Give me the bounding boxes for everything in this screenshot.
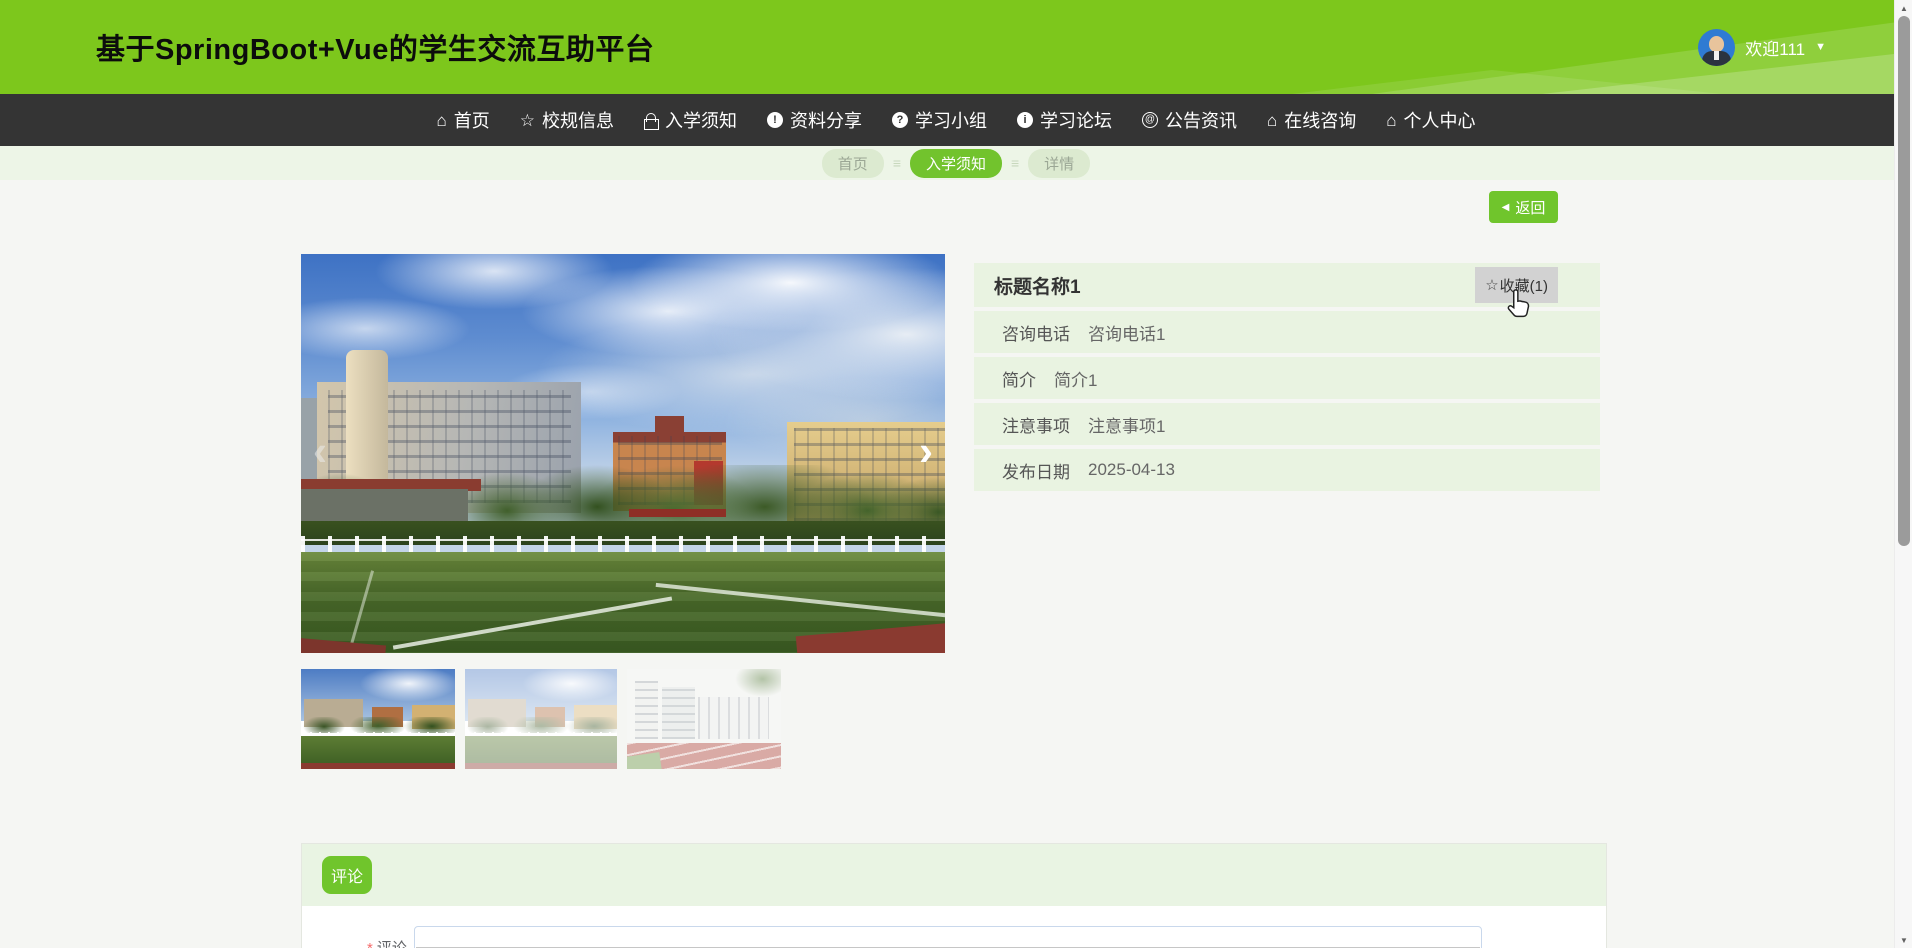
nav-item-admission-notice[interactable]: 入学须知 <box>643 107 737 133</box>
at-circle-icon: @ <box>1141 112 1158 128</box>
thumbnail-1[interactable] <box>301 669 455 769</box>
nav-item-label: 个人中心 <box>1403 111 1476 131</box>
thumb-scene-layer <box>662 687 695 739</box>
carousel-next-button[interactable]: › <box>919 426 933 474</box>
row-label: 发布日期 <box>1002 462 1070 482</box>
avatar-face <box>1709 35 1725 52</box>
detail-title: 标题名称1 <box>994 276 1081 298</box>
avatar-collar <box>1714 50 1720 60</box>
back-button[interactable]: ◀ 返回 <box>1489 191 1558 223</box>
favorite-label: 收藏(1) <box>1499 277 1548 295</box>
carousel-image: ‹ › <box>301 254 945 653</box>
page-title: 基于SpringBoot+Vue的学生交流互助平台 <box>96 34 655 66</box>
required-asterisk: * <box>367 940 373 948</box>
comment-label-text: 评论 <box>377 940 407 948</box>
carousel-prev-button[interactable]: ‹ <box>313 426 327 474</box>
row-value: 注意事项1 <box>1088 416 1166 436</box>
home-icon: ⌂ <box>1266 110 1278 130</box>
breadcrumb-separator: ≡ <box>892 155 901 171</box>
favorite-button[interactable]: ☆ 收藏(1) <box>1475 267 1558 303</box>
detail-row: 注意事项 注意事项1 <box>974 403 1600 445</box>
back-arrow-icon: ◀ <box>1501 201 1510 213</box>
detail-title-row: 标题名称1 ☆ 收藏(1) <box>974 263 1600 307</box>
nav-item-label: 学习论坛 <box>1039 111 1112 131</box>
thumbnail-image <box>627 669 781 769</box>
chevron-down-icon[interactable]: ▼ <box>1815 41 1826 53</box>
detail-row: 简介 简介1 <box>974 357 1600 399</box>
thumb-scene-layer <box>697 697 769 739</box>
breadcrumb-separator: ≡ <box>1011 155 1020 171</box>
comment-badge[interactable]: 评论 <box>322 856 372 894</box>
carousel-thumbnails <box>301 669 781 769</box>
avatar[interactable] <box>1698 28 1736 66</box>
scrollbar-down-icon[interactable]: ▼ <box>1895 932 1912 948</box>
user-menu[interactable]: 欢迎111 ▼ <box>1698 0 1826 94</box>
star-icon: ☆ <box>519 110 535 130</box>
chevron-left-icon: ‹ <box>313 426 327 474</box>
nav-item-label: 入学须知 <box>664 111 737 131</box>
scrollbar[interactable]: ▲ ▼ <box>1894 0 1912 948</box>
scrollbar-up-icon[interactable]: ▲ <box>1895 0 1912 16</box>
info-circle-icon: i <box>1016 112 1033 128</box>
thumbnail-2[interactable] <box>465 669 617 769</box>
nav-item-school-rules[interactable]: ☆ 校规信息 <box>520 107 614 133</box>
main-nav: ⌂ 首页 ☆ 校规信息 入学须知 ! 资料分享 ? 学习小组 i 学习论坛 @ … <box>0 94 1912 146</box>
home-icon: ⌂ <box>1386 110 1397 130</box>
nav-item-announcements[interactable]: @ 公告资讯 <box>1141 107 1237 133</box>
row-value: 简介1 <box>1054 370 1098 390</box>
photo-building <box>301 489 469 526</box>
detail-row: 发布日期 2025-04-13 <box>974 449 1600 491</box>
scrollbar-thumb[interactable] <box>1898 16 1910 546</box>
nav-item-study-group[interactable]: ? 学习小组 <box>891 107 987 133</box>
comment-textarea[interactable] <box>414 926 1482 948</box>
row-label: 简介 <box>1002 370 1036 390</box>
nav-item-label: 在线咨询 <box>1284 111 1357 131</box>
row-value: 咨询电话1 <box>1088 324 1166 344</box>
nav-item-online-consult[interactable]: ⌂ 在线咨询 <box>1267 107 1356 133</box>
row-value: 2025-04-13 <box>1088 460 1175 479</box>
detail-panel: 标题名称1 ☆ 收藏(1) 咨询电话 咨询电话1 简介 简介1 注意事项 注意事… <box>974 263 1600 491</box>
question-circle-icon: ? <box>891 112 908 128</box>
back-button-label: 返回 <box>1515 199 1546 217</box>
exclamation-circle-icon: ! <box>766 112 783 128</box>
lock-icon <box>643 112 659 130</box>
breadcrumb: 首页 ≡ 入学须知 ≡ 详情 <box>0 146 1912 180</box>
home-icon: ⌂ <box>436 110 447 130</box>
nav-item-personal-center[interactable]: ⌂ 个人中心 <box>1386 107 1475 133</box>
thumb-scene-layer <box>465 717 617 733</box>
thumb-scene-layer <box>465 763 617 769</box>
comment-card: 评论 * 评论 <box>301 843 1607 948</box>
nav-item-label: 校规信息 <box>541 111 614 131</box>
nav-item-label: 学习小组 <box>914 111 987 131</box>
nav-item-label: 公告资讯 <box>1164 111 1237 131</box>
nav-item-study-forum[interactable]: i 学习论坛 <box>1016 107 1112 133</box>
nav-item-label: 首页 <box>453 111 490 131</box>
thumb-scene-layer <box>301 717 455 733</box>
page: 基于SpringBoot+Vue的学生交流互助平台 欢迎111 ▼ ⌂ 首页 ☆… <box>0 0 1912 948</box>
detail-row: 咨询电话 咨询电话1 <box>974 311 1600 353</box>
thumbnail-image <box>301 669 455 769</box>
row-label: 咨询电话 <box>1002 324 1070 344</box>
thumb-scene-layer <box>634 681 658 739</box>
breadcrumb-item-home[interactable]: 首页 <box>821 148 884 178</box>
photo-banner <box>629 509 727 518</box>
comment-header: 评论 <box>302 844 1606 906</box>
app-header: 基于SpringBoot+Vue的学生交流互助平台 欢迎111 ▼ <box>0 0 1912 94</box>
thumbnail-3[interactable] <box>627 669 781 769</box>
thumb-scene-layer <box>734 669 781 697</box>
nav-item-home[interactable]: ⌂ 首页 <box>436 107 489 133</box>
comment-field-label: * 评论 <box>367 937 407 948</box>
star-icon: ☆ <box>1485 277 1499 294</box>
row-label: 注意事项 <box>1002 416 1070 436</box>
nav-item-label: 资料分享 <box>789 111 862 131</box>
welcome-text: 欢迎111 <box>1745 39 1806 59</box>
breadcrumb-item-detail[interactable]: 详情 <box>1028 148 1091 178</box>
breadcrumb-item-admission[interactable]: 入学须知 <box>909 148 1002 178</box>
chevron-right-icon: › <box>919 426 933 474</box>
nav-item-material-sharing[interactable]: ! 资料分享 <box>766 107 862 133</box>
photo-roof <box>655 415 685 436</box>
thumbnail-image <box>465 669 617 769</box>
thumb-scene-layer <box>301 763 455 769</box>
